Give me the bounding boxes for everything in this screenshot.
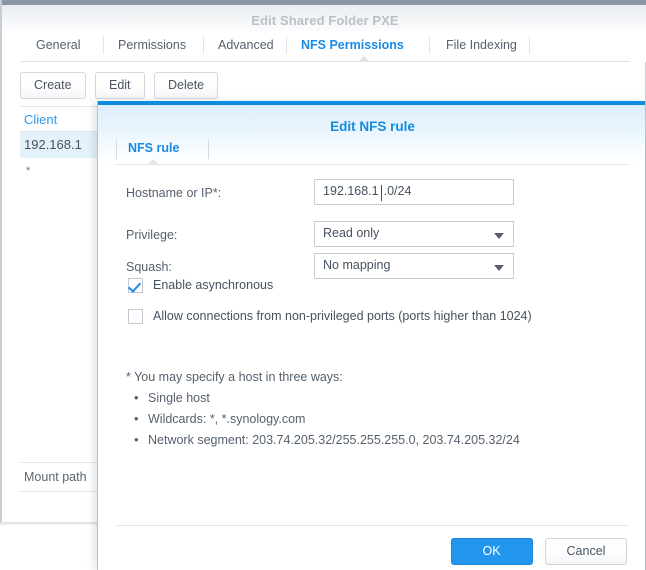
cancel-button[interactable]: Cancel [545,538,627,565]
squash-value: No mapping [323,258,391,272]
app-root: Edit Shared Folder PXE General Permissio… [0,0,646,570]
hostname-input[interactable]: 192.168.1.0/24 [314,179,514,205]
window-titlebar: Edit Shared Folder PXE [2,5,646,31]
nfs-toolbar: Create Edit Delete [20,72,223,99]
tab-file-indexing[interactable]: File Indexing [444,38,519,52]
window-tabbar: General Permissions Advanced NFS Permiss… [2,31,646,62]
tab-separator [429,36,430,54]
dialog-title: Edit NFS rule [330,119,415,134]
form-row-privilege: Privilege: Read only [98,221,645,253]
squash-select[interactable]: No mapping [314,253,514,279]
tab-separator [103,36,104,54]
hostname-value: 192.168.1.0/24 [323,184,412,198]
dialog-active-tab-caret-icon [147,159,159,165]
tab-nfs-permissions[interactable]: NFS Permissions [299,38,406,52]
edit-button[interactable]: Edit [94,72,145,99]
dialog-tabbar: NFS rule [98,137,645,165]
checkbox-unchecked-icon[interactable] [128,309,143,324]
chevron-down-icon[interactable] [494,233,504,239]
squash-label: Squash: [126,260,172,274]
form-row-hostname: Hostname or IP*: 192.168.1.0/24 [98,179,645,221]
tabbar-underline [20,61,630,62]
create-button[interactable]: Create [20,72,86,99]
text-caret-icon [380,185,382,201]
delete-button[interactable]: Delete [153,72,219,99]
checkbox-label: Enable asynchronous [153,278,274,292]
dialog-tab-underline [116,164,629,165]
help-item: Single host [126,390,520,412]
page-title: Edit Shared Folder PXE [251,13,399,28]
tab-permissions[interactable]: Permissions [116,38,188,52]
help-item: Network segment: 203.74.205.32/255.255.2… [126,432,520,454]
tab-separator [203,36,204,54]
checkbox-label: Allow connections from non-privileged po… [153,309,532,323]
hostname-label: Hostname or IP*: [126,186,222,200]
tab-separator [116,139,117,159]
chevron-down-icon[interactable] [494,265,504,271]
tab-general[interactable]: General [34,38,82,52]
edit-nfs-rule-dialog: Edit NFS rule NFS rule Hostname or IP*: … [97,101,646,570]
privilege-select[interactable]: Read only [314,221,514,247]
host-format-help: * You may specify a host in three ways: … [126,370,520,454]
privilege-label: Privilege: [126,228,178,242]
tab-separator [208,139,209,159]
ok-button[interactable]: OK [450,538,533,565]
help-heading: * You may specify a host in three ways: [126,370,343,384]
footer-divider [116,525,629,526]
tab-nfs-rule[interactable]: NFS rule [128,141,179,155]
tab-advanced[interactable]: Advanced [216,38,276,52]
privilege-value: Read only [323,226,380,240]
tab-separator [286,36,287,54]
dialog-footer-buttons: OK Cancel [443,538,627,565]
tab-separator [529,36,530,54]
checkbox-checked-icon[interactable] [128,278,143,293]
active-tab-caret-icon [358,56,370,62]
help-item: Wildcards: *, *.synology.com [126,411,520,433]
nfs-rule-form: Hostname or IP*: 192.168.1.0/24 Privileg… [98,179,645,285]
